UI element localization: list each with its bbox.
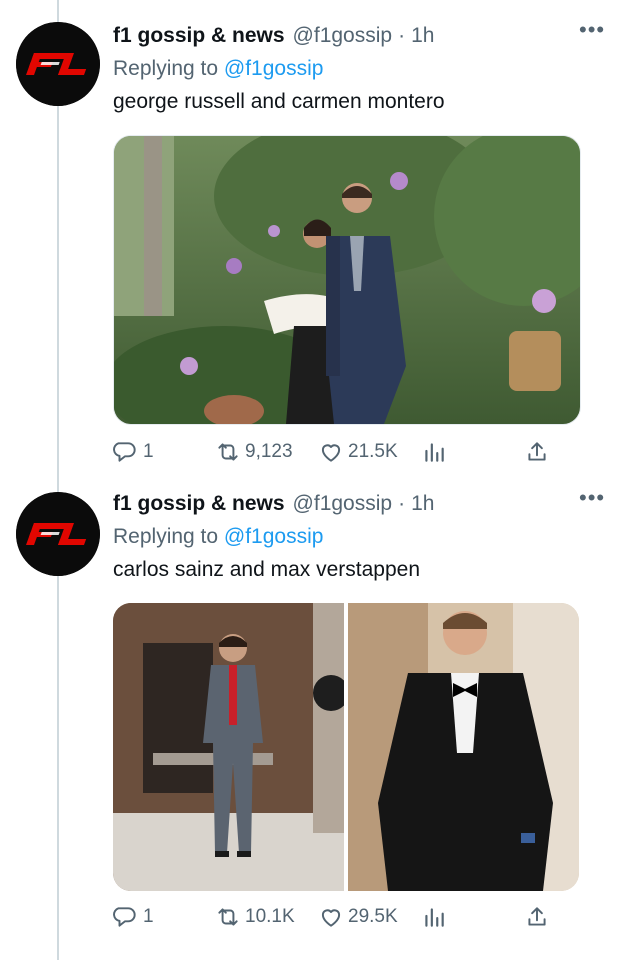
user-handle[interactable]: @f1gossip	[293, 24, 393, 48]
avatar[interactable]	[16, 22, 100, 106]
reply-button[interactable]: 1	[113, 902, 154, 932]
photo-carlos-sainz	[113, 603, 349, 891]
like-button[interactable]: 21.5K	[318, 437, 398, 467]
share-icon	[528, 907, 546, 926]
retweet-button[interactable]: 9,123	[215, 437, 293, 467]
more-dots-icon[interactable]: •••	[579, 487, 605, 512]
replying-mention-link[interactable]: @f1gossip	[224, 525, 324, 548]
f1-logo-icon	[16, 22, 100, 106]
tweet-header: f1 gossip & news @f1gossip · 1h	[113, 24, 605, 54]
like-button[interactable]: 29.5K	[318, 902, 398, 932]
display-name[interactable]: f1 gossip & news	[113, 24, 285, 48]
tweet-text: carlos sainz and max verstappen	[113, 558, 420, 581]
retweet-button[interactable]: 10.1K	[215, 902, 295, 932]
retweet-count: 9,123	[245, 441, 293, 462]
tweet-actions: 1 10.1K 29.5K	[113, 902, 553, 932]
replying-to: Replying to @f1gossip	[113, 522, 605, 552]
photo-max-verstappen	[348, 603, 579, 891]
user-handle[interactable]: @f1gossip	[293, 492, 393, 516]
timestamp[interactable]: 1h	[411, 24, 434, 48]
photo-russell-montero	[114, 136, 580, 424]
retweet-icon	[218, 443, 238, 461]
tweet-header: f1 gossip & news @f1gossip · 1h	[113, 492, 605, 522]
f1-logo-icon	[16, 492, 100, 576]
analytics-icon	[425, 908, 444, 927]
timestamp[interactable]: 1h	[411, 492, 434, 516]
reply-button[interactable]: 1	[113, 437, 154, 467]
heart-icon	[321, 909, 341, 927]
analytics-button[interactable]	[421, 902, 447, 932]
reply-count: 1	[143, 441, 154, 462]
photo-grid	[113, 603, 579, 891]
tweet-photo-grid	[113, 603, 579, 891]
share-icon	[528, 442, 546, 461]
tweet-photo[interactable]	[113, 135, 581, 425]
separator-dot: ·	[398, 24, 406, 47]
like-count: 29.5K	[348, 906, 398, 927]
more-dots-icon[interactable]: •••	[579, 19, 605, 44]
tweet-1[interactable]: f1 gossip & news @f1gossip · 1h ••• Repl…	[0, 0, 625, 470]
share-button[interactable]	[524, 437, 550, 467]
replying-label: Replying to	[113, 525, 219, 548]
share-button[interactable]	[524, 902, 550, 932]
reply-icon	[113, 442, 136, 462]
tweet-2[interactable]: f1 gossip & news @f1gossip · 1h ••• Repl…	[0, 470, 625, 960]
like-count: 21.5K	[348, 441, 398, 462]
replying-to: Replying to @f1gossip	[113, 54, 605, 84]
analytics-icon	[425, 443, 444, 462]
replying-label: Replying to	[113, 57, 219, 80]
replying-mention-link[interactable]: @f1gossip	[224, 57, 324, 80]
separator-dot: ·	[398, 492, 406, 515]
reply-count: 1	[143, 906, 154, 927]
tweet-text: george russell and carmen montero	[113, 90, 445, 113]
analytics-button[interactable]	[421, 437, 447, 467]
display-name[interactable]: f1 gossip & news	[113, 492, 285, 516]
tweet-actions: 1 9,123 21.5K	[113, 437, 553, 467]
retweet-count: 10.1K	[245, 906, 295, 927]
reply-icon	[113, 907, 136, 927]
avatar[interactable]	[16, 492, 100, 576]
retweet-icon	[218, 908, 238, 926]
heart-icon	[321, 444, 341, 462]
